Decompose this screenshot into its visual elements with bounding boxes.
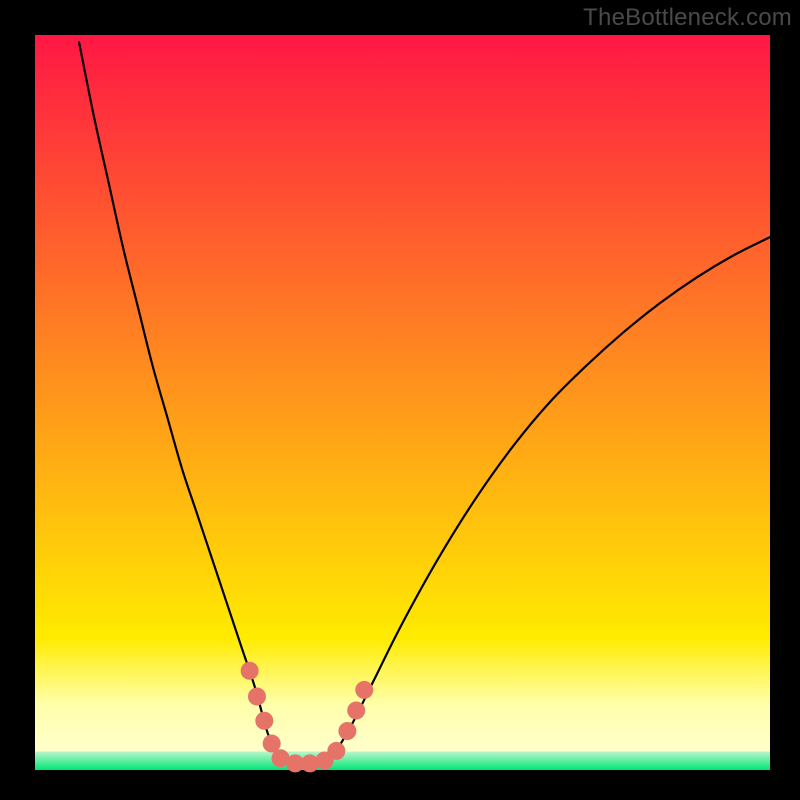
bead-point	[255, 712, 273, 730]
bead-point	[355, 681, 373, 699]
bottleneck-chart	[0, 0, 800, 800]
chart-container: { "watermark": "TheBottleneck.com", "col…	[0, 0, 800, 800]
bead-point	[338, 722, 356, 740]
plot-background	[35, 35, 770, 770]
bead-point	[248, 688, 266, 706]
watermark-text: TheBottleneck.com	[583, 4, 792, 32]
bead-point	[327, 742, 345, 760]
bead-point	[241, 662, 259, 680]
bead-point	[347, 701, 365, 719]
